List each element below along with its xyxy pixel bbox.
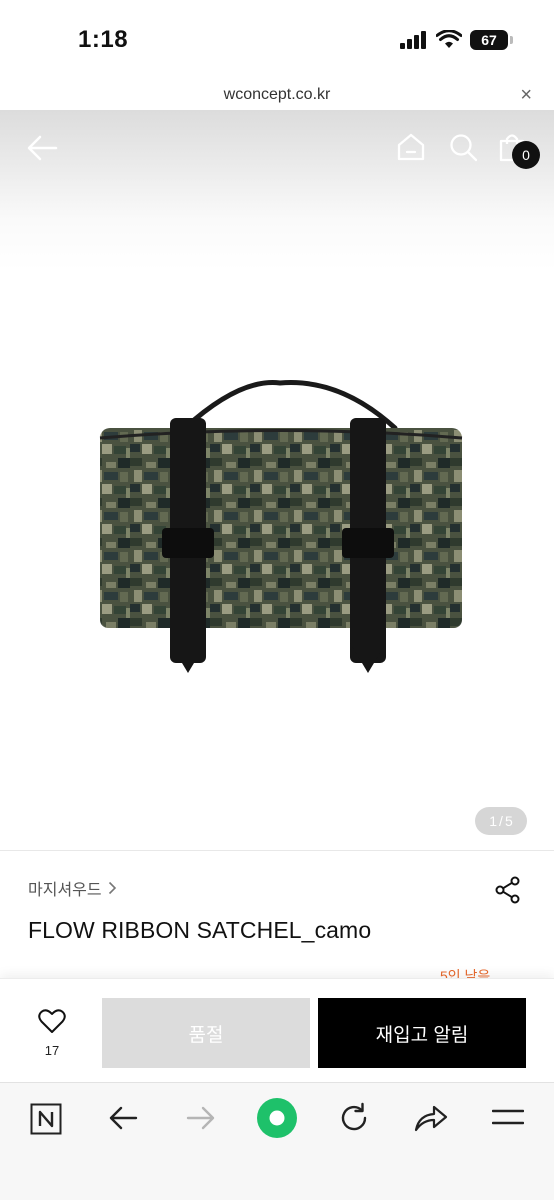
restock-alert-button[interactable]: 재입고 알림	[318, 998, 526, 1068]
like-button[interactable]: 17	[30, 1009, 74, 1061]
search-icon[interactable]	[448, 132, 478, 162]
product-name: FLOW RIBBON SATCHEL_camo	[28, 917, 372, 943]
product-gallery[interactable]: 0 1 / 5	[0, 110, 554, 850]
image-counter-total: 5	[504, 813, 513, 829]
chevron-right-icon	[108, 881, 116, 895]
naver-n-icon[interactable]	[30, 1103, 62, 1135]
purchase-action-bar: 17 품절 재입고 알림	[0, 978, 554, 1082]
url-bar[interactable]: wconcept.co.kr ×	[0, 80, 554, 110]
image-counter: 1 / 5	[475, 807, 527, 835]
share-forward-icon[interactable]	[414, 1103, 448, 1133]
divider	[0, 850, 554, 851]
cart-count-badge[interactable]: 0	[512, 141, 540, 169]
status-icons: 67	[400, 30, 513, 50]
share-icon[interactable]	[494, 876, 522, 904]
browser-toolbar	[0, 1082, 554, 1200]
battery-indicator: 67	[470, 30, 513, 50]
soldout-button[interactable]: 품절	[102, 998, 310, 1068]
home-icon[interactable]	[396, 132, 426, 162]
close-icon[interactable]: ×	[520, 84, 532, 107]
wifi-icon	[436, 30, 462, 48]
brand-name[interactable]: 마지셔우드	[28, 876, 102, 900]
battery-level: 67	[481, 32, 497, 48]
forward-icon[interactable]	[186, 1105, 216, 1131]
image-counter-current: 1	[489, 813, 498, 829]
back-arrow-icon[interactable]	[26, 134, 58, 162]
product-image	[99, 380, 463, 673]
image-counter-separator: /	[499, 813, 503, 829]
status-time: 1:18	[78, 26, 129, 53]
brand-link[interactable]: 마지셔우드	[28, 876, 117, 900]
status-bar: 1:18 67	[0, 0, 554, 80]
url-text[interactable]: wconcept.co.kr	[0, 86, 554, 104]
stock-remaining-text: 5인 남음	[440, 968, 491, 978]
heart-icon[interactable]	[38, 1009, 66, 1034]
signal-icon	[400, 31, 426, 49]
green-dot-icon[interactable]	[256, 1097, 298, 1139]
like-count: 17	[44, 1043, 60, 1058]
menu-icon[interactable]	[492, 1107, 524, 1127]
reload-icon[interactable]	[338, 1102, 370, 1134]
back-icon[interactable]	[108, 1105, 138, 1131]
